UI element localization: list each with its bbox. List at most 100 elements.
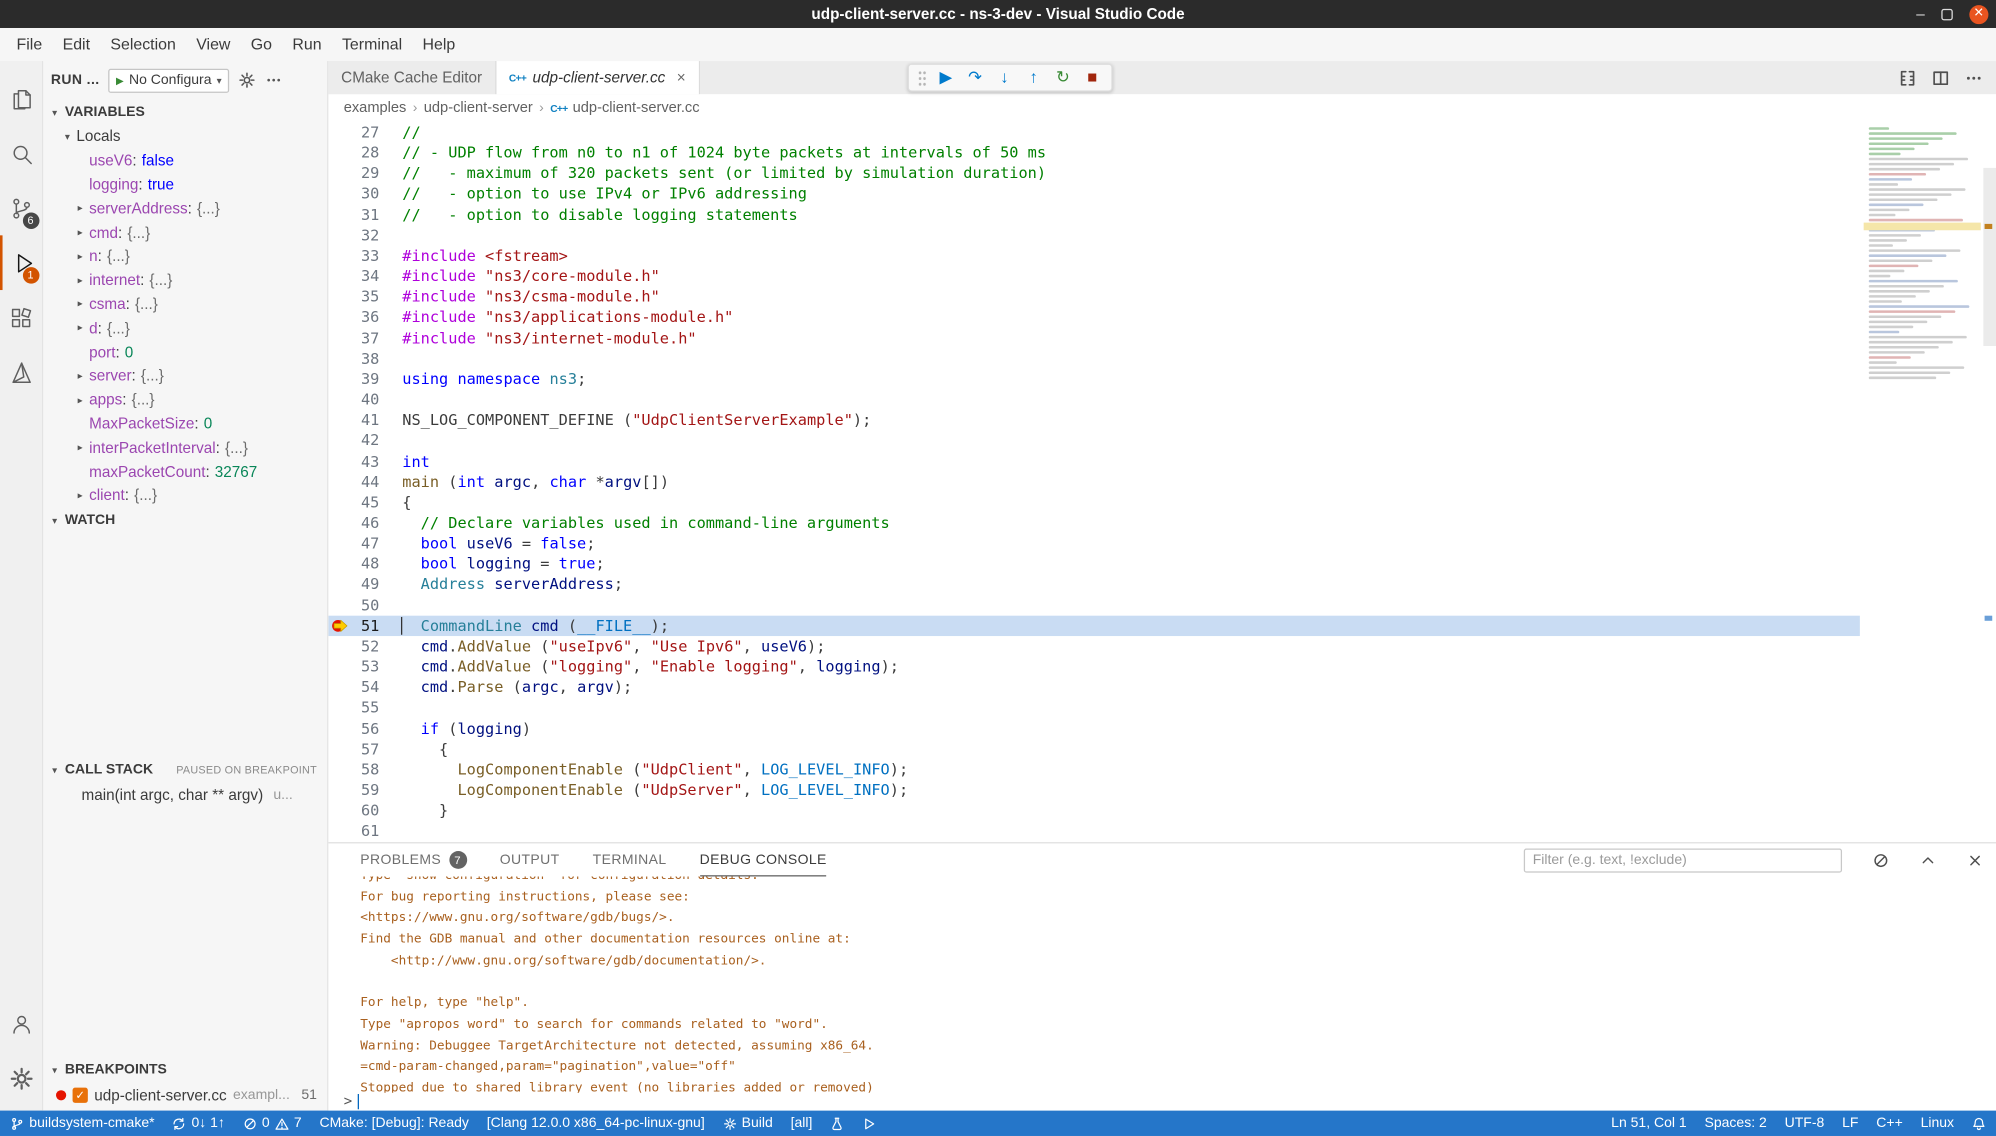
status-eol[interactable]: LF	[1842, 1116, 1858, 1131]
menu-edit[interactable]: Edit	[52, 28, 100, 61]
status-cmake-status[interactable]: CMake: [Debug]: Ready	[319, 1116, 468, 1131]
line-number[interactable]: 31	[328, 204, 379, 225]
console-input[interactable]: >	[344, 1093, 359, 1110]
minimap[interactable]	[1869, 125, 1978, 379]
status-cursor-position[interactable]: Ln 51, Col 1	[1611, 1116, 1687, 1131]
code-line[interactable]: 36#include "ns3/applications-module.h"	[328, 307, 1859, 328]
code-line[interactable]: 58 LogComponentEnable ("UdpClient", LOG_…	[328, 759, 1859, 780]
more-actions-icon[interactable]	[1964, 68, 1983, 87]
code-line[interactable]: 35#include "ns3/csma-module.h"	[328, 287, 1859, 308]
status-git-branch[interactable]: buildsystem-cmake*	[10, 1116, 154, 1131]
variable-row[interactable]: ▸serverAddress:{...}	[43, 196, 327, 220]
breakpoint-row[interactable]: ✓udp-client-server.ccexampl...51	[43, 1083, 327, 1107]
scope-locals[interactable]: ▾ Locals	[43, 125, 327, 149]
line-number[interactable]: 48	[328, 554, 379, 575]
line-number[interactable]: 60	[328, 800, 379, 821]
line-number[interactable]: 51	[328, 615, 379, 636]
code-line[interactable]: 59 LogComponentEnable ("UdpServer", LOG_…	[328, 780, 1859, 801]
code-line[interactable]: 47 bool useV6 = false;	[328, 533, 1859, 554]
split-editor-icon[interactable]	[1931, 68, 1950, 87]
status-indentation[interactable]: Spaces: 2	[1705, 1116, 1767, 1131]
line-number[interactable]: 44	[328, 472, 379, 493]
debug-config-select[interactable]: ▶ No Configura ▾	[108, 68, 229, 92]
code-line[interactable]: 39using namespace ns3;	[328, 369, 1859, 390]
line-number[interactable]: 56	[328, 718, 379, 739]
code-line[interactable]: 42	[328, 430, 1859, 451]
code-line[interactable]: 57 {	[328, 739, 1859, 760]
menu-go[interactable]: Go	[241, 28, 283, 61]
breakpoints-section-header[interactable]: ▾ BREAKPOINTS	[43, 1057, 327, 1082]
step-over-button[interactable]: ↷	[965, 65, 985, 90]
variables-section-header[interactable]: ▾ VARIABLES	[43, 99, 327, 124]
step-into-button[interactable]: ↓	[994, 65, 1014, 90]
variable-row[interactable]: useV6:false	[43, 149, 327, 173]
status-problems[interactable]: 07	[243, 1116, 302, 1131]
status-os-indicator[interactable]: Linux	[1921, 1116, 1954, 1131]
variable-row[interactable]: ▸server:{...}	[43, 364, 327, 388]
line-number[interactable]: 58	[328, 759, 379, 780]
line-number[interactable]: 36	[328, 307, 379, 328]
code-line[interactable]: 33#include <fstream>	[328, 245, 1859, 266]
views-more-icon[interactable]	[265, 71, 283, 89]
menu-view[interactable]: View	[186, 28, 241, 61]
line-number[interactable]: 42	[328, 430, 379, 451]
status-language-mode[interactable]: C++	[1876, 1116, 1902, 1131]
variable-row[interactable]: ▸n:{...}	[43, 244, 327, 268]
console-filter-input[interactable]	[1524, 848, 1842, 872]
status-cmake-launch[interactable]	[862, 1116, 876, 1130]
line-number[interactable]: 34	[328, 266, 379, 287]
line-number[interactable]: 41	[328, 410, 379, 431]
status-notifications[interactable]	[1972, 1116, 1986, 1130]
code-line[interactable]: 44main (int argc, char *argv[])	[328, 472, 1859, 493]
code-line[interactable]: 27//	[328, 122, 1859, 143]
status-cmake-kit[interactable]: [Clang 12.0.0 x86_64-pc-linux-gnu]	[487, 1116, 705, 1131]
code-line[interactable]: 43int	[328, 451, 1859, 472]
variable-row[interactable]: ▸csma:{...}	[43, 292, 327, 316]
breadcrumb-item[interactable]: C++udp-client-server.cc	[550, 100, 699, 115]
variable-row[interactable]: ▸d:{...}	[43, 316, 327, 340]
line-number[interactable]: 43	[328, 451, 379, 472]
variable-row[interactable]: ▸cmd:{...}	[43, 220, 327, 244]
line-number[interactable]: 52	[328, 636, 379, 657]
variable-row[interactable]: MaxPacketSize:0	[43, 412, 327, 436]
start-debug-icon[interactable]: ▶	[116, 74, 124, 85]
code-line[interactable]: 34#include "ns3/core-module.h"	[328, 266, 1859, 287]
line-number[interactable]: 59	[328, 780, 379, 801]
code-line[interactable]: 29// - maximum of 320 packets sent (or l…	[328, 163, 1859, 184]
variable-row[interactable]: ▸apps:{...}	[43, 388, 327, 412]
clear-console-icon[interactable]	[1873, 852, 1890, 869]
line-number[interactable]: 40	[328, 389, 379, 410]
code-line[interactable]: 40	[328, 389, 1859, 410]
code-line[interactable]: 45{	[328, 492, 1859, 513]
code-line[interactable]: 28// - UDP flow from n0 to n1 of 1024 by…	[328, 143, 1859, 164]
code-line[interactable]: 51 CommandLine cmd (__FILE__);	[328, 615, 1859, 636]
restart-button[interactable]: ↻	[1053, 65, 1073, 90]
editor-tab[interactable]: C++udp-client-server.cc×	[496, 61, 700, 94]
breadcrumb-item[interactable]: examples	[344, 100, 407, 115]
account-icon[interactable]	[0, 996, 43, 1051]
status-cmake-target[interactable]: [all]	[791, 1116, 813, 1131]
line-number[interactable]: 33	[328, 245, 379, 266]
continue-button[interactable]: ▶	[936, 65, 956, 90]
status-encoding[interactable]: UTF-8	[1785, 1116, 1825, 1131]
line-number[interactable]: 28	[328, 143, 379, 164]
minimize-button[interactable]: –	[1916, 8, 1925, 21]
menu-run[interactable]: Run	[282, 28, 332, 61]
status-ctest[interactable]	[830, 1116, 844, 1130]
code-line[interactable]: 31// - option to disable logging stateme…	[328, 204, 1859, 225]
open-changes-icon[interactable]	[1898, 68, 1917, 87]
line-number[interactable]: 39	[328, 369, 379, 390]
line-number[interactable]: 54	[328, 677, 379, 698]
launch-settings-gear-icon[interactable]	[238, 71, 256, 89]
line-number[interactable]: 53	[328, 656, 379, 677]
panel-tab-terminal[interactable]: TERMINAL	[593, 843, 667, 876]
code-line[interactable]: 41NS_LOG_COMPONENT_DEFINE ("UdpClientSer…	[328, 410, 1859, 431]
source-control-icon[interactable]: 6	[0, 181, 43, 236]
close-panel-icon[interactable]	[1967, 852, 1984, 869]
line-number[interactable]: 32	[328, 225, 379, 246]
code-line[interactable]: 61	[328, 821, 1859, 842]
breadcrumb-item[interactable]: udp-client-server	[424, 100, 533, 115]
status-sync-changes[interactable]: 0↓ 1↑	[172, 1116, 225, 1131]
variable-row[interactable]: ▸client:{...}	[43, 483, 327, 507]
menu-help[interactable]: Help	[412, 28, 465, 61]
